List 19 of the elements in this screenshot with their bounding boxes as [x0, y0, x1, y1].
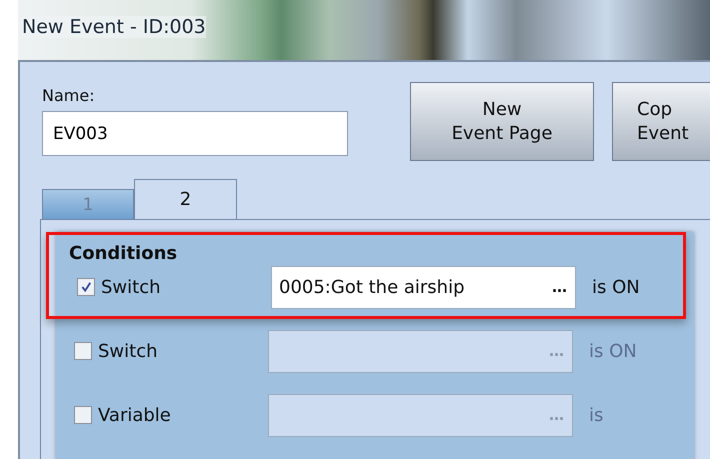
condition-checkbox[interactable]	[74, 342, 92, 360]
conditions-heading: Conditions	[69, 243, 178, 264]
condition-suffix: is	[589, 404, 604, 426]
condition-label: Variable	[98, 404, 172, 426]
event-page-button[interactable]: Cop Event	[612, 82, 710, 161]
condition-label: Switch	[98, 340, 159, 362]
name-field[interactable]: EV003	[42, 111, 348, 156]
condition-checkbox[interactable]	[77, 278, 95, 296]
event-page-button[interactable]: New Event Page	[410, 82, 594, 161]
name-label: Name:	[42, 86, 96, 105]
checkmark-icon	[80, 281, 92, 293]
condition-checkbox[interactable]	[74, 406, 92, 424]
condition-suffix: is ON	[589, 340, 637, 362]
window-title: New Event - ID:003	[22, 16, 206, 38]
page-tab[interactable]: 2	[134, 179, 237, 219]
condition-suffix: is ON	[592, 276, 640, 298]
condition-field[interactable]: 0005:Got the airship …	[271, 266, 576, 308]
picker-button[interactable]: …	[552, 278, 567, 296]
condition-label: Switch	[101, 276, 162, 298]
